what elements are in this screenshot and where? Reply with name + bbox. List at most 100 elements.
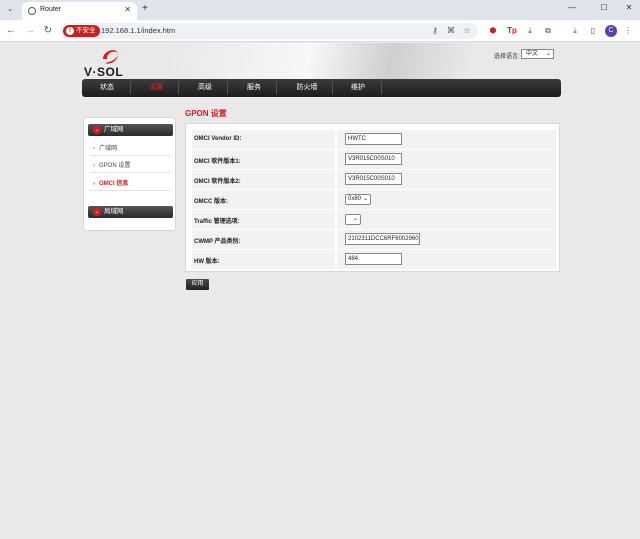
menu-maintenance[interactable]: 维护 (338, 79, 378, 97)
row-separator (335, 150, 337, 169)
form-row-cwmp-product-class: CWMP 产品类别: 2102311DCC6RF6002960 (192, 230, 556, 249)
cwmp-product-class-input[interactable]: 2102311DCC6RF6002960 (345, 233, 420, 245)
menu-divider (178, 82, 179, 94)
url-text[interactable]: 192.168.1.1/index.htm (101, 26, 175, 35)
menu-dots-icon[interactable]: ⋮ (622, 25, 634, 37)
security-label: 不安全 (76, 27, 96, 34)
browser-tab-bar: ⌄ Router ✕ + — ☐ ✕ (0, 0, 640, 20)
extensions-icon[interactable]: ⧉ (542, 25, 554, 37)
field-label: CWMP 产品类别: (194, 239, 241, 245)
menu-divider (276, 82, 277, 94)
hw-version-input[interactable]: 484. (345, 253, 402, 265)
traffic-mgmt-select[interactable]: ⌄ (345, 214, 361, 225)
field-label: OMCC 版本: (194, 199, 228, 205)
tab-search-icon[interactable]: ⌄ (3, 3, 17, 17)
new-tab-icon[interactable]: + (142, 3, 148, 15)
bookmark-star-icon[interactable]: ☆ (462, 25, 472, 37)
omcc-version-value: 0x80 (348, 196, 362, 202)
sidebar-item-label: 广域网 (99, 146, 118, 152)
row-separator (335, 230, 337, 249)
router-page: V·SOL 选择语言: 中文 ⌄ 状态 设置 高级 服务 防火墙 维护 ⌄ 广域… (0, 43, 640, 539)
sidebar: ⌄ 广域网 › 广域网 › GPON 设置 › OMCI 信息 ⌄ 局域网 (83, 117, 176, 231)
close-window-icon[interactable]: ✕ (622, 3, 636, 12)
language-value: 中文 (526, 51, 539, 57)
profile-avatar[interactable]: C (605, 25, 617, 37)
menu-status[interactable]: 状态 (87, 79, 127, 97)
download-extension-icon[interactable]: ⤓ (524, 25, 536, 37)
sidebar-item-wan[interactable]: › 广域网 (93, 143, 117, 152)
chevron-down-icon: ⌄ (545, 51, 551, 57)
sidebar-item-label: OMCI 信息 (99, 181, 129, 187)
minimize-icon[interactable]: — (565, 3, 579, 12)
sidebar-section-label: 局域网 (104, 208, 124, 215)
browser-toolbar: ← → ↻ ! 不安全 192.168.1.1/index.htm ⚷ ⌘ ☆ … (0, 20, 640, 42)
field-label: OMCI 软件版本1: (194, 159, 241, 165)
bullet-icon: › (93, 146, 95, 152)
menu-firewall[interactable]: 防火墙 (287, 79, 327, 97)
chevron-down-icon: ⌄ (93, 208, 101, 216)
row-separator (335, 190, 337, 209)
form-row-vendor-id: OMCI Vendor ID: HWTC (192, 130, 556, 149)
sw-version-1-input[interactable]: V3R015C00S010 (345, 153, 402, 165)
chevron-down-icon: ⌄ (352, 216, 358, 222)
translate-icon[interactable]: ⌘ (446, 25, 456, 37)
bullet-icon: › (93, 163, 95, 169)
row-separator (335, 130, 337, 149)
browser-tab[interactable]: Router ✕ (22, 2, 137, 20)
sidebar-divider (90, 172, 171, 173)
sidebar-divider (90, 155, 171, 156)
apply-button[interactable]: 应用 (186, 279, 209, 290)
menu-divider (130, 82, 131, 94)
main-menu: 状态 设置 高级 服务 防火墙 维护 (82, 79, 561, 97)
sidebar-section-label: 广域网 (104, 126, 124, 133)
header-decoration (170, 43, 570, 79)
vendor-id-input[interactable]: HWTC (345, 133, 402, 145)
logo-swirl-icon (103, 50, 118, 64)
menu-settings[interactable]: 设置 (136, 79, 176, 97)
close-tab-icon[interactable]: ✕ (124, 5, 131, 14)
bullet-icon: › (93, 181, 95, 187)
reload-icon[interactable]: ↻ (42, 25, 54, 37)
menu-services[interactable]: 服务 (234, 79, 274, 97)
language-select[interactable]: 中文 ⌄ (521, 49, 554, 59)
page-title: GPON 设置 (185, 109, 227, 118)
sidebar-section-wan[interactable]: ⌄ 广域网 (88, 124, 173, 136)
sidebar-item-label: GPON 设置 (99, 163, 131, 169)
menu-advanced[interactable]: 高级 (185, 79, 225, 97)
form-row-sw-version-2: OMCI 软件版本2: V3R015C00S010 (192, 170, 556, 189)
security-warning-badge[interactable]: ! 不安全 (63, 25, 100, 37)
tp-extension-icon[interactable]: Tp (506, 25, 518, 37)
chevron-down-icon: ⌄ (362, 196, 368, 202)
form-row-omcc-version: OMCC 版本: 0x80 ⌄ (192, 190, 556, 209)
language-label: 选择语言: (494, 54, 520, 60)
sidebar-item-omci[interactable]: › OMCI 信息 (93, 178, 128, 187)
field-label: Traffic 管理选项: (194, 219, 240, 225)
downloads-icon[interactable]: ⤓ (569, 25, 581, 37)
field-label: OMCI Vendor ID: (194, 136, 242, 142)
maximize-icon[interactable]: ☐ (597, 3, 611, 12)
form-row-hw-version: HW 版本: 484. (192, 250, 556, 269)
field-label: OMCI 软件版本2: (194, 179, 241, 185)
warning-icon: ! (66, 27, 74, 35)
side-panel-icon[interactable]: ▯ (587, 25, 599, 37)
row-separator (335, 170, 337, 189)
globe-icon (28, 7, 36, 15)
address-bar[interactable]: ! 不安全 192.168.1.1/index.htm ⚷ ⌘ ☆ (60, 23, 478, 39)
key-icon[interactable]: ⚷ (430, 25, 440, 37)
form-row-traffic-mgmt: Traffic 管理选项: ⌄ (192, 210, 556, 229)
adblock-extension-icon[interactable]: ⬢ (487, 25, 499, 37)
sw-version-2-input[interactable]: V3R015C00S010 (345, 173, 402, 185)
back-icon[interactable]: ← (5, 25, 17, 37)
menu-divider (332, 82, 333, 94)
form-row-sw-version-1: OMCI 软件版本1: V3R015C00S010 (192, 150, 556, 169)
omcc-version-select[interactable]: 0x80 ⌄ (345, 194, 371, 205)
row-separator (335, 210, 337, 229)
forward-icon[interactable]: → (24, 25, 36, 37)
logo-text: V·SOL (84, 65, 124, 79)
chevron-down-icon: ⌄ (93, 126, 101, 134)
sidebar-section-lan[interactable]: ⌄ 局域网 (88, 206, 173, 218)
menu-divider (227, 82, 228, 94)
vsol-logo: V·SOL (84, 47, 139, 82)
gpon-settings-form: OMCI Vendor ID: HWTC OMCI 软件版本1: V3R015C… (185, 123, 560, 272)
sidebar-item-gpon[interactable]: › GPON 设置 (93, 160, 130, 169)
